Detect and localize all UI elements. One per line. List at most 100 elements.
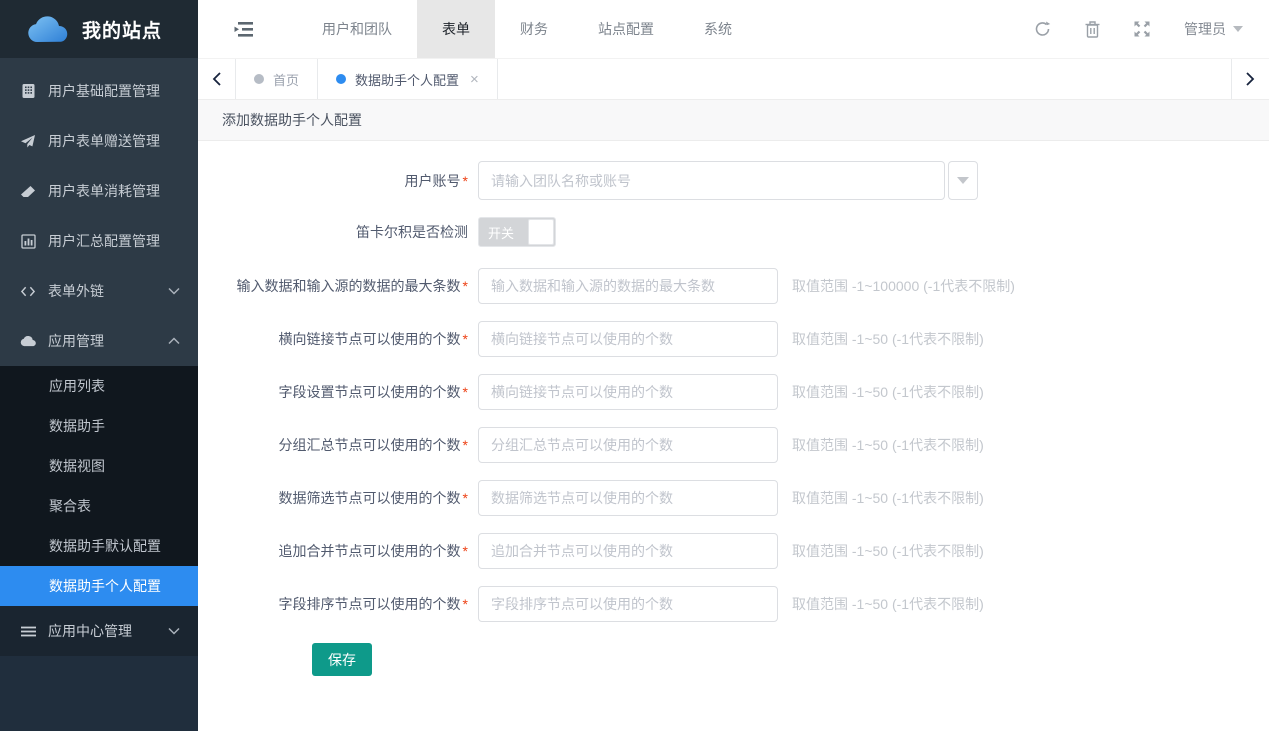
field-label: 输入数据和输入源的数据的最大条数* [198, 276, 478, 296]
eraser-icon [20, 185, 36, 198]
save-button[interactable]: 保存 [312, 643, 372, 676]
chevron-down-icon [168, 627, 180, 635]
top-menu-finance[interactable]: 财务 [495, 0, 573, 58]
top-menu-system[interactable]: 系统 [679, 0, 757, 58]
toggle-knob [528, 219, 554, 245]
caret-down-icon [1233, 26, 1243, 32]
site-title: 我的站点 [82, 16, 162, 43]
submenu-item-assistant-default-config[interactable]: 数据助手默认配置 [0, 526, 198, 566]
page-title: 添加数据助手个人配置 [198, 100, 1269, 141]
building-icon [20, 83, 36, 99]
tab-close-icon[interactable]: × [470, 72, 479, 87]
refresh-icon[interactable] [1034, 21, 1051, 37]
max-input-rows-input[interactable] [478, 268, 778, 304]
field-label: 分组汇总节点可以使用的个数* [198, 435, 478, 455]
data-filter-nodes-input[interactable] [478, 480, 778, 516]
cloud-logo-icon [26, 14, 70, 44]
field-label: 用户账号* [198, 171, 478, 191]
tabs-scroll-left-icon[interactable] [198, 59, 236, 99]
select-dropdown-button[interactable] [948, 161, 978, 200]
form-row-append-merge-nodes: 追加合并节点可以使用的个数* 取值范围 -1~50 (-1代表不限制) [198, 533, 1269, 569]
horizontal-link-nodes-input[interactable] [478, 321, 778, 357]
topbar-actions: 管理员 [1034, 19, 1269, 39]
select-placeholder: 请输入团队名称或账号 [491, 171, 631, 191]
field-label: 追加合并节点可以使用的个数* [198, 541, 478, 561]
submenu-item-data-view[interactable]: 数据视图 [0, 446, 198, 486]
append-merge-nodes-input[interactable] [478, 533, 778, 569]
sidebar-filler [0, 656, 198, 731]
field-hint: 取值范围 -1~50 (-1代表不限制) [792, 329, 984, 349]
submenu-item-data-assistant[interactable]: 数据助手 [0, 406, 198, 446]
cartesian-check-toggle[interactable]: 开关 [478, 217, 556, 247]
sidebar-item-label: 应用管理 [48, 331, 104, 351]
code-link-icon [20, 285, 36, 298]
send-icon [20, 134, 36, 149]
submenu-item-assistant-personal-config[interactable]: 数据助手个人配置 [0, 566, 198, 606]
main-area: 用户和团队 表单 财务 站点配置 系统 管理员 [198, 0, 1269, 731]
sidebar-item-form-gift[interactable]: 用户表单赠送管理 [0, 116, 198, 166]
tab-dot-icon [254, 74, 264, 84]
user-menu[interactable]: 管理员 [1184, 19, 1243, 39]
site-logo[interactable]: 我的站点 [0, 0, 198, 58]
required-asterisk: * [463, 278, 468, 294]
field-label: 数据筛选节点可以使用的个数* [198, 488, 478, 508]
sidebar-item-user-base-config[interactable]: 用户基础配置管理 [0, 66, 198, 116]
app-management-submenu: 应用列表 数据助手 数据视图 聚合表 数据助手默认配置 数据助手个人配置 [0, 366, 198, 606]
required-asterisk: * [463, 331, 468, 347]
sidebar-item-app-management[interactable]: 应用管理 [0, 316, 198, 366]
group-summary-nodes-input[interactable] [478, 427, 778, 463]
sidebar-item-app-center[interactable]: 应用中心管理 [0, 606, 198, 656]
sidebar-item-label: 用户汇总配置管理 [48, 231, 160, 251]
form-row-horizontal-link-nodes: 横向链接节点可以使用的个数* 取值范围 -1~50 (-1代表不限制) [198, 321, 1269, 357]
cloud-icon [20, 335, 36, 347]
tab-assistant-personal-config[interactable]: 数据助手个人配置 × [318, 59, 498, 99]
top-menu-forms[interactable]: 表单 [417, 0, 495, 58]
field-label: 字段排序节点可以使用的个数* [198, 594, 478, 614]
sidebar-item-summary-config[interactable]: 用户汇总配置管理 [0, 216, 198, 266]
field-setting-nodes-input[interactable] [478, 374, 778, 410]
tab-label: 数据助手个人配置 [355, 70, 459, 89]
tab-home[interactable]: 首页 [236, 59, 318, 99]
trash-icon[interactable] [1085, 21, 1100, 38]
top-menu-users-teams[interactable]: 用户和团队 [297, 0, 417, 58]
menu-fold-icon[interactable] [234, 22, 253, 37]
field-hint: 取值范围 -1~100000 (-1代表不限制) [792, 276, 1015, 296]
field-sort-nodes-input[interactable] [478, 586, 778, 622]
top-menu-site-config[interactable]: 站点配置 [573, 0, 679, 58]
field-label: 笛卡尔积是否检测 [198, 222, 478, 242]
menu-icon [20, 626, 36, 637]
field-hint: 取值范围 -1~50 (-1代表不限制) [792, 435, 984, 455]
sidebar-item-form-links[interactable]: 表单外链 [0, 266, 198, 316]
submenu-item-aggregate-table[interactable]: 聚合表 [0, 486, 198, 526]
tabs-scroll-right-icon[interactable] [1231, 59, 1269, 99]
required-asterisk: * [463, 543, 468, 559]
sidebar-item-label: 表单外链 [48, 281, 104, 301]
tab-dot-icon [336, 74, 346, 84]
chevron-down-icon [168, 287, 180, 295]
tab-strip: 首页 数据助手个人配置 × [198, 58, 1269, 100]
form-row-field-sort-nodes: 字段排序节点可以使用的个数* 取值范围 -1~50 (-1代表不限制) [198, 586, 1269, 622]
sidebar-item-form-consume[interactable]: 用户表单消耗管理 [0, 166, 198, 216]
field-hint: 取值范围 -1~50 (-1代表不限制) [792, 382, 984, 402]
required-asterisk: * [463, 596, 468, 612]
field-label: 横向链接节点可以使用的个数* [198, 329, 478, 349]
required-asterisk: * [463, 490, 468, 506]
form-row-data-filter-nodes: 数据筛选节点可以使用的个数* 取值范围 -1~50 (-1代表不限制) [198, 480, 1269, 516]
user-account-select[interactable]: 请输入团队名称或账号 [478, 161, 945, 200]
form-panel: 用户账号* 请输入团队名称或账号 笛卡尔积是否检测 开关 输入数据和输入源的数据… [198, 141, 1269, 731]
sidebar-item-label: 用户基础配置管理 [48, 81, 160, 101]
field-hint: 取值范围 -1~50 (-1代表不限制) [792, 488, 984, 508]
toggle-label: 开关 [479, 223, 514, 242]
fullscreen-icon[interactable] [1134, 21, 1150, 37]
form-row-user-account: 用户账号* 请输入团队名称或账号 [198, 161, 1269, 200]
field-label: 字段设置节点可以使用的个数* [198, 382, 478, 402]
user-name: 管理员 [1184, 19, 1226, 39]
form-row-cartesian-check: 笛卡尔积是否检测 开关 [198, 217, 1269, 247]
required-asterisk: * [463, 437, 468, 453]
sidebar-nav: 用户基础配置管理 用户表单赠送管理 用户表单消耗管理 用户汇总配置管理 表单外链 [0, 58, 198, 366]
top-header: 用户和团队 表单 财务 站点配置 系统 管理员 [198, 0, 1269, 58]
submenu-item-app-list[interactable]: 应用列表 [0, 366, 198, 406]
sidebar-item-label: 用户表单消耗管理 [48, 181, 160, 201]
form-row-max-input-rows: 输入数据和输入源的数据的最大条数* 取值范围 -1~100000 (-1代表不限… [198, 268, 1269, 304]
field-hint: 取值范围 -1~50 (-1代表不限制) [792, 541, 984, 561]
